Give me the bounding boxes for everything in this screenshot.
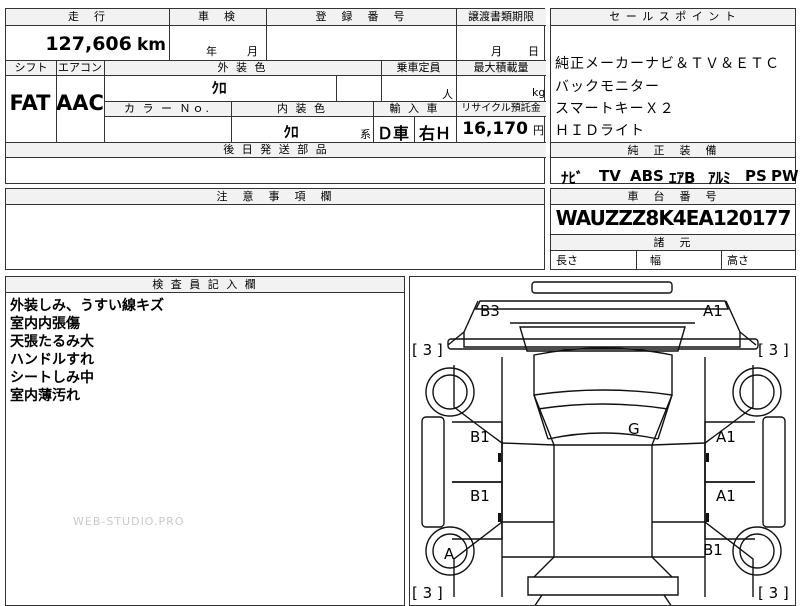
capacity-unit: 人 [442, 88, 453, 101]
damage-label-a-tire: A [444, 545, 455, 563]
notes-header: 注 意 事 項 欄 [6, 189, 544, 204]
transfer-deadline-header: 譲渡書類期限 [456, 9, 546, 25]
inspection-month-unit: 月 [247, 45, 258, 58]
inspection-header: 車 検 [169, 9, 266, 25]
registration-header: 登 録 番 号 [266, 9, 456, 25]
max-load-header: 最大積載量 [456, 60, 546, 75]
sales-point-line: 純正メーカーナビ＆ＴＶ＆ＥＴＣ [555, 56, 780, 72]
exterior-color-header: 外 装 色 [104, 60, 381, 75]
equipment-item: ｴｱB [669, 169, 696, 187]
equipment-item: ABS [630, 167, 664, 185]
equipment-item: PS [745, 167, 767, 185]
mileage-header: 走 行 [6, 9, 169, 25]
tire-depth-front-right: [ 3 ] [758, 584, 789, 602]
equipment-item: ｱﾙﾐ [708, 169, 731, 187]
mileage-unit: km [136, 35, 166, 55]
chassis-number: WAUZZZ8K4EA120177 [555, 206, 792, 230]
shift-header: シフト [6, 60, 56, 75]
aircon-header: エアコン [56, 60, 104, 75]
inspector-note: 外装しみ、うすい線キズ [10, 298, 164, 314]
recycle-deposit-header: リサイクル預託金 [456, 101, 546, 116]
car-diagram-block: B3 A1 G B1 A1 B1 A1 A B1 [ 3 ] [ 3 ] [ 3… [409, 276, 796, 606]
color-number-header: カ ラ ー Ｎｏ. [104, 101, 231, 116]
inspector-note: 室内内張傷 [10, 316, 80, 332]
inspector-block: 検 査 員 記 入 欄 外装しみ、うすい線キズ 室内内張傷 天張たるみ大 ハンド… [5, 276, 405, 606]
width-label: 幅 [650, 254, 661, 267]
damage-label-b3: B3 [480, 302, 500, 320]
chassis-header: 車 台 番 号 [551, 189, 795, 204]
damage-label-b1-left-lower: B1 [470, 487, 490, 505]
shift-value: FAT [9, 91, 51, 115]
dimensions-header: 諸 元 [551, 235, 795, 250]
damage-label-a1-right-upper: A1 [716, 428, 736, 446]
tire-depth-rear-right: [ 3 ] [758, 341, 789, 359]
interior-color-unit: 系 [360, 128, 371, 141]
sales-point-line: バックモニター [555, 79, 660, 95]
steering-value: 右Ｈ [418, 124, 451, 143]
damage-label-a1-right-lower: A1 [716, 487, 736, 505]
later-parts-header: 後 日 発 送 部 品 [6, 142, 546, 157]
sales-points-block: セ ー ル ス ポ イ ン ト 純正メーカーナビ＆ＴＶ＆ＥＴＣ バックモニター … [550, 8, 799, 187]
interior-color-value: ｸﾛ [283, 123, 299, 141]
damage-label-g: G [628, 420, 640, 438]
recycle-unit: 円 [533, 124, 544, 137]
equipment-item: ﾅﾋﾞ [561, 169, 584, 187]
inspector-note: ハンドルすれ [10, 352, 94, 368]
recycle-amount: 16,170 [462, 119, 528, 139]
damage-label-a1-top: A1 [703, 302, 723, 320]
watermark: WEB-STUDIO.PRO [73, 515, 185, 528]
import-header: 輸 入 車 [373, 101, 456, 116]
import-type-value: Ｄ車 [376, 124, 409, 143]
equipment-item: PW [771, 167, 799, 185]
interior-color-header: 内 装 色 [231, 101, 373, 116]
tire-depth-front-left: [ 3 ] [412, 584, 443, 602]
mileage-value: 127,606 km [6, 27, 166, 61]
load-unit: kg [532, 86, 546, 99]
length-label: 長さ [556, 254, 578, 267]
transfer-month-unit: 月 [491, 45, 502, 58]
aircon-value: AAC [56, 91, 104, 115]
recycle-deposit-value: 16,170 円 [456, 119, 544, 139]
damage-label-b1-left-upper: B1 [470, 428, 490, 446]
height-label: 高さ [727, 254, 749, 267]
car-damage-diagram: B3 A1 G B1 A1 B1 A1 A B1 [ 3 ] [ 3 ] [ 3… [412, 281, 789, 605]
sales-points-header: セ ー ル ス ポ イ ン ト [551, 9, 795, 25]
sales-point-line: スマートキーＸ２ [555, 101, 675, 117]
notes-block: 注 意 事 項 欄 [5, 188, 545, 270]
vehicle-info-block: 走 行 車 検 登 録 番 号 譲渡書類期限 127,606 km 年 月 月 … [5, 8, 546, 184]
equipment-header: 純 正 装 備 [551, 143, 795, 157]
sales-point-line: ＨＩＤライト [555, 123, 645, 139]
mileage-number: 127,606 [45, 33, 132, 55]
inspector-note: 室内薄汚れ [10, 388, 80, 404]
inspection-year-unit: 年 [206, 45, 217, 58]
inspector-note: シートしみ中 [10, 370, 94, 386]
capacity-header: 乗車定員 [381, 60, 456, 75]
chassis-block: 車 台 番 号 WAUZZZ8K4EA120177 諸 元 [550, 188, 796, 270]
damage-label-b1-tire: B1 [703, 541, 723, 559]
equipment-item: TV [599, 167, 621, 185]
inspector-note: 天張たるみ大 [10, 334, 94, 350]
exterior-color-value: ｸﾛ [211, 79, 227, 97]
tire-depth-rear-left: [ 3 ] [412, 341, 443, 359]
inspector-header: 検 査 員 記 入 欄 [6, 277, 404, 292]
transfer-day-unit: 日 [528, 45, 539, 58]
